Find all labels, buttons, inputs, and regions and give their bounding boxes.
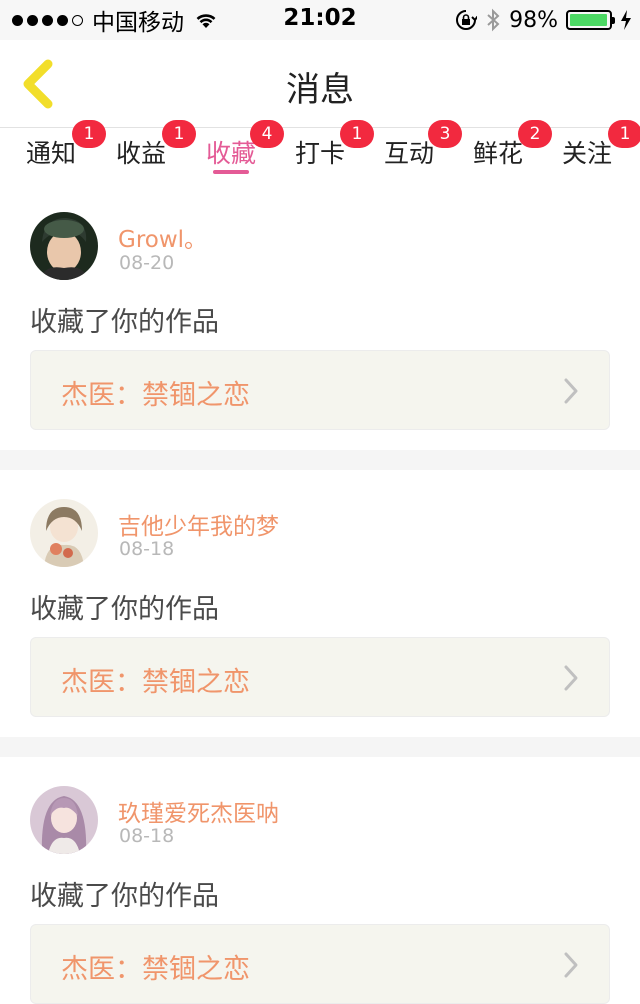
page-title: 消息: [286, 70, 354, 110]
tab-checkin[interactable]: 打卡: [295, 134, 345, 170]
work-title: 杰医：禁锢之恋: [61, 380, 250, 411]
section-divider: [0, 450, 640, 470]
work-card[interactable]: 杰医：禁锢之恋: [30, 924, 610, 1004]
tab-badge-checkin: 1: [340, 120, 374, 148]
work-card[interactable]: 杰医：禁锢之恋: [30, 350, 610, 430]
work-title: 杰医：禁锢之恋: [61, 667, 250, 698]
section-divider: [0, 737, 640, 757]
bluetooth-icon: [487, 8, 500, 32]
tab-flowers[interactable]: 鲜花: [473, 134, 523, 170]
chevron-right-icon: [564, 665, 578, 691]
message-date: 08-20: [119, 252, 175, 274]
tab-badge-favorites: 4: [250, 120, 284, 148]
message-action: 收藏了你的作品: [30, 594, 219, 625]
tab-badge-interaction: 3: [428, 120, 462, 148]
tab-notification[interactable]: 通知: [26, 134, 76, 170]
status-bar: 中国移动 21:02 98%: [0, 0, 640, 40]
avatar[interactable]: [30, 499, 98, 567]
chevron-right-icon: [564, 952, 578, 978]
message-action: 收藏了你的作品: [30, 307, 219, 338]
message-date: 08-18: [119, 825, 175, 847]
status-right: 98%: [455, 7, 632, 33]
tab-badge-notification: 1: [72, 120, 106, 148]
active-tab-indicator: [213, 170, 249, 174]
username[interactable]: 吉他少年我的梦: [118, 507, 279, 541]
battery-percent: 98%: [509, 7, 558, 33]
chevron-right-icon: [564, 378, 578, 404]
battery-level-fill: [570, 14, 608, 26]
tab-badge-flowers: 2: [518, 120, 552, 148]
tab-follow[interactable]: 关注: [562, 134, 612, 170]
nav-bar: 消息: [0, 40, 640, 128]
avatar[interactable]: [30, 212, 98, 280]
tab-badge-income: 1: [162, 120, 196, 148]
message-date: 08-18: [119, 538, 175, 560]
work-title: 杰医：禁锢之恋: [61, 954, 250, 985]
tab-badge-follow: 1: [608, 120, 640, 148]
message-action: 收藏了你的作品: [30, 881, 219, 912]
battery-icon: [566, 10, 615, 30]
tab-interaction[interactable]: 互动: [384, 134, 434, 170]
tab-favorites[interactable]: 收藏: [206, 134, 256, 170]
avatar[interactable]: [30, 786, 98, 854]
username[interactable]: 玖瑾爱死杰医呐: [118, 794, 279, 828]
work-card[interactable]: 杰医：禁锢之恋: [30, 637, 610, 717]
tab-income[interactable]: 收益: [116, 134, 166, 170]
charging-icon: [621, 10, 631, 30]
rotation-lock-icon: [456, 10, 478, 30]
username[interactable]: Growl。: [118, 220, 207, 254]
